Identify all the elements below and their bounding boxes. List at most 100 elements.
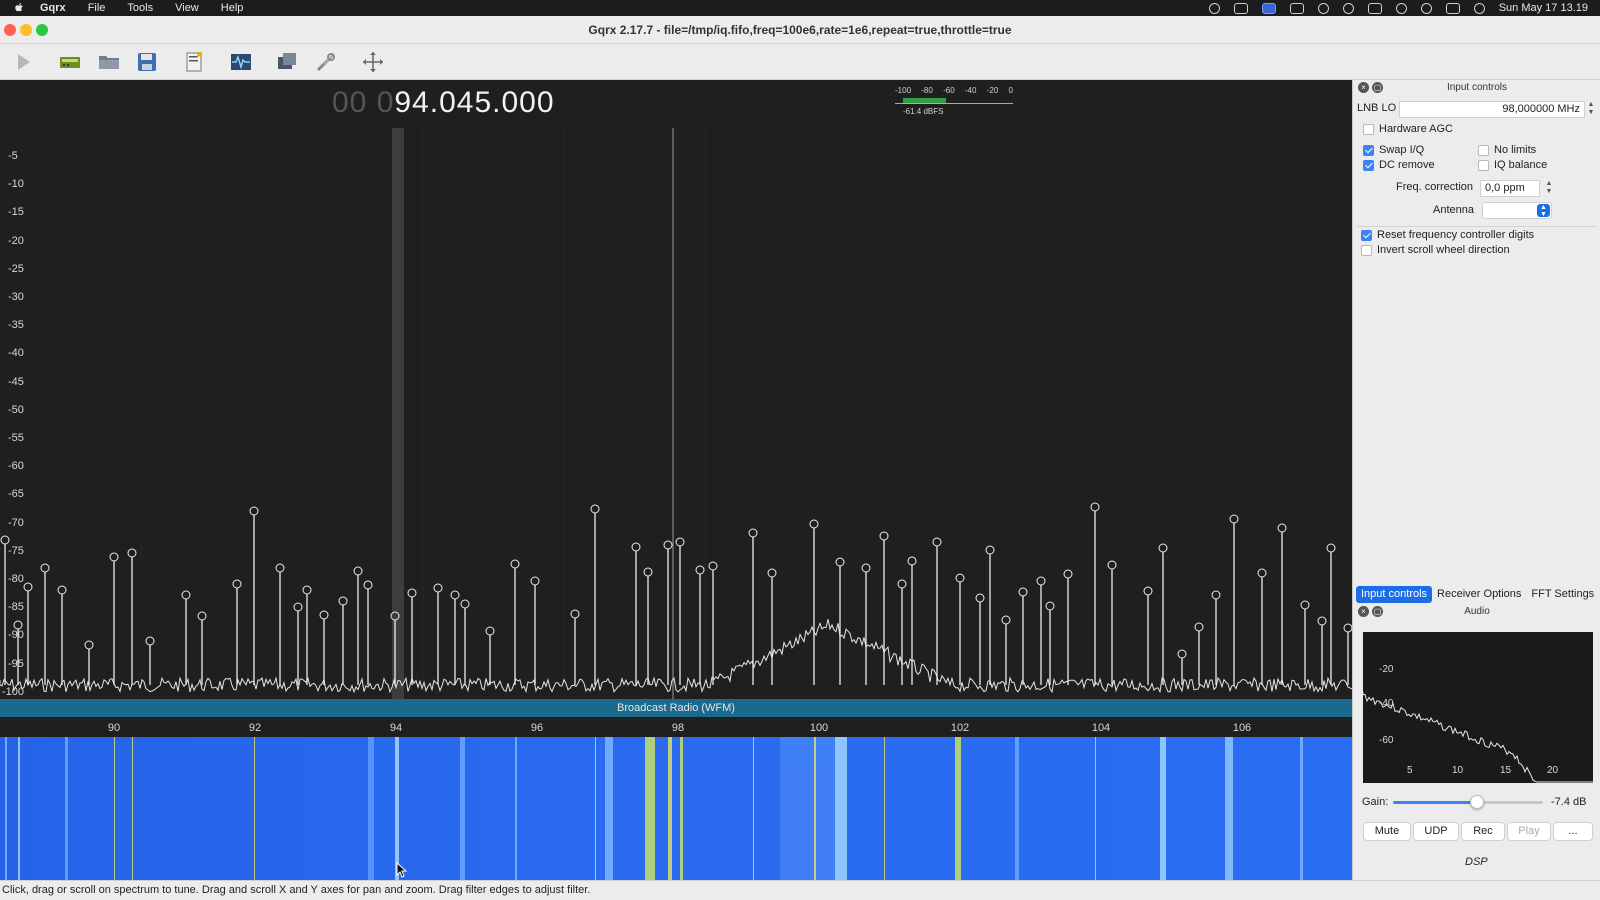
peak-marker (181, 590, 191, 600)
tab-receiver-options[interactable]: Receiver Options (1432, 586, 1526, 603)
save-settings-button[interactable] (133, 48, 161, 76)
mute-button[interactable]: Mute (1363, 822, 1411, 841)
gain-slider[interactable] (1393, 795, 1543, 809)
y-axis-label: -80 (8, 573, 24, 585)
time-machine-icon[interactable] (1317, 2, 1329, 14)
start-dsp-button[interactable] (9, 48, 37, 76)
siri-icon[interactable] (1473, 2, 1485, 14)
freq-correction-label: Freq. correction (1396, 181, 1474, 193)
user-icon[interactable] (1342, 2, 1354, 14)
waterfall-signal-trace (460, 737, 465, 880)
iq-balance-checkbox[interactable] (1478, 160, 1489, 171)
y-axis-label: -50 (8, 403, 24, 416)
y-axis-label: -35 (8, 319, 24, 332)
y-axis-label: -55 (8, 432, 24, 444)
y-axis-label: -25 (8, 262, 24, 275)
audio-y-label: -40 (1379, 698, 1394, 709)
freq-correction-stepper[interactable]: ▲ ▼ (1544, 180, 1554, 197)
waterfall-signal-trace (780, 737, 840, 880)
menu-file[interactable]: File (88, 2, 106, 14)
signal-meter: -100 -80 -60 -40 -20 0 -61.4 dBFS (895, 86, 1015, 124)
peak-marker (293, 602, 303, 612)
tab-input-controls[interactable]: Input controls (1356, 586, 1433, 603)
audio-options-button[interactable]: ... (1553, 822, 1593, 841)
menu-app[interactable]: Gqrx (40, 2, 66, 14)
gain-slider-handle[interactable] (1470, 795, 1484, 809)
meter-tick: -80 (921, 86, 933, 95)
control-center-icon[interactable] (1445, 2, 1460, 14)
peak-marker (1143, 586, 1153, 596)
frequency-leading-digits[interactable]: 00 0 (332, 86, 394, 119)
peak-marker (1045, 601, 1055, 611)
no-limits-checkbox[interactable] (1478, 145, 1489, 156)
waveform-icon (231, 54, 251, 70)
menu-tools[interactable]: Tools (127, 2, 153, 14)
peak-marker (1036, 576, 1046, 586)
play-button[interactable]: Play (1507, 822, 1551, 841)
x-axis-label: 100 (809, 722, 829, 734)
dsp-view-button[interactable] (227, 48, 255, 76)
search-icon[interactable] (1420, 2, 1432, 14)
y-axis-label: -30 (8, 291, 24, 303)
antenna-select[interactable]: ▲ ▼ (1482, 202, 1552, 219)
hardware-agc-checkbox[interactable] (1363, 124, 1374, 135)
swap-iq-checkbox[interactable] (1363, 145, 1374, 156)
waterfall-display[interactable] (0, 737, 1352, 880)
screen-mirror-icon[interactable] (1261, 2, 1276, 14)
dock-windows-button[interactable] (273, 48, 301, 76)
spectrum-trace[interactable] (0, 80, 1352, 699)
spectrum-plot-area[interactable]: 00 094.045.000 -100 -80 -60 -40 -20 0 -6… (0, 80, 1352, 880)
peak-marker (1194, 622, 1204, 632)
add-bookmark-button[interactable] (180, 48, 208, 76)
gain-value: -7.4 dB (1551, 796, 1587, 808)
apple-icon[interactable] (12, 2, 26, 14)
peak-marker (897, 579, 907, 589)
fullscreen-icon (363, 52, 383, 72)
freq-correction-field[interactable]: 0,0 ppm (1480, 180, 1540, 197)
settings-button[interactable] (312, 48, 340, 76)
invert-scroll-checkbox[interactable] (1361, 245, 1372, 256)
reset-digits-checkbox[interactable] (1361, 230, 1372, 241)
window-title: Gqrx 2.17.7 - file=/tmp/iq.fifo,freq=100… (588, 23, 1012, 37)
gqrx-screen: Gqrx File Tools View Help Sun May 17 13.… (0, 0, 1600, 900)
peak-marker (302, 585, 312, 595)
audio-y-label: -60 (1379, 735, 1394, 746)
waterfall-signal-trace (1095, 737, 1096, 880)
peak-marker (590, 504, 600, 514)
peak-marker (197, 611, 207, 621)
peak-marker (695, 565, 705, 575)
dc-remove-checkbox[interactable] (1363, 160, 1374, 171)
volume-icon[interactable] (1289, 2, 1304, 14)
waterfall-signal-trace (515, 737, 517, 880)
tab-fft-settings[interactable]: FFT Settings (1526, 586, 1599, 603)
frequency-digits[interactable]: 94.045.000 (394, 86, 554, 119)
menu-help[interactable]: Help (221, 2, 244, 14)
lnb-lo-stepper[interactable]: ▲ ▼ (1586, 101, 1596, 118)
peak-marker (249, 506, 259, 516)
lnb-lo-field[interactable]: 98,000000 MHz (1399, 101, 1585, 118)
bookmark-icon (186, 52, 202, 72)
open-file-button[interactable] (95, 48, 123, 76)
audio-fft-plot[interactable]: -20 -40 -60 5 10 15 20 (1362, 632, 1593, 783)
udp-button[interactable]: UDP (1413, 822, 1459, 841)
battery-icon[interactable] (1367, 2, 1382, 14)
mic-icon[interactable] (1208, 2, 1220, 14)
meter-tick: -20 (986, 86, 999, 95)
macos-menubar: Gqrx File Tools View Help Sun May 17 13.… (0, 0, 1600, 16)
peak-marker (1107, 560, 1117, 570)
frequency-axis[interactable]: 90 92 94 96 98 100 102 104 106 (0, 717, 1352, 737)
waterfall-signal-trace (680, 737, 683, 880)
fullscreen-button[interactable] (359, 48, 387, 76)
audio-title: Audio (1464, 606, 1490, 617)
toolbar (0, 44, 1600, 80)
waterfall-signal-trace (254, 737, 255, 880)
dsp-label: DSP (1465, 856, 1488, 868)
io-devices-button[interactable] (56, 48, 84, 76)
menu-view[interactable]: View (175, 2, 199, 14)
waterfall-signal-trace (114, 737, 115, 880)
shield-icon[interactable] (1233, 2, 1248, 14)
menubar-clock[interactable]: Sun May 17 13.19 (1499, 2, 1588, 14)
record-button[interactable]: Rec (1461, 822, 1505, 841)
frequency-controller[interactable]: 00 094.045.000 (332, 86, 555, 120)
wifi-icon[interactable] (1395, 2, 1407, 14)
